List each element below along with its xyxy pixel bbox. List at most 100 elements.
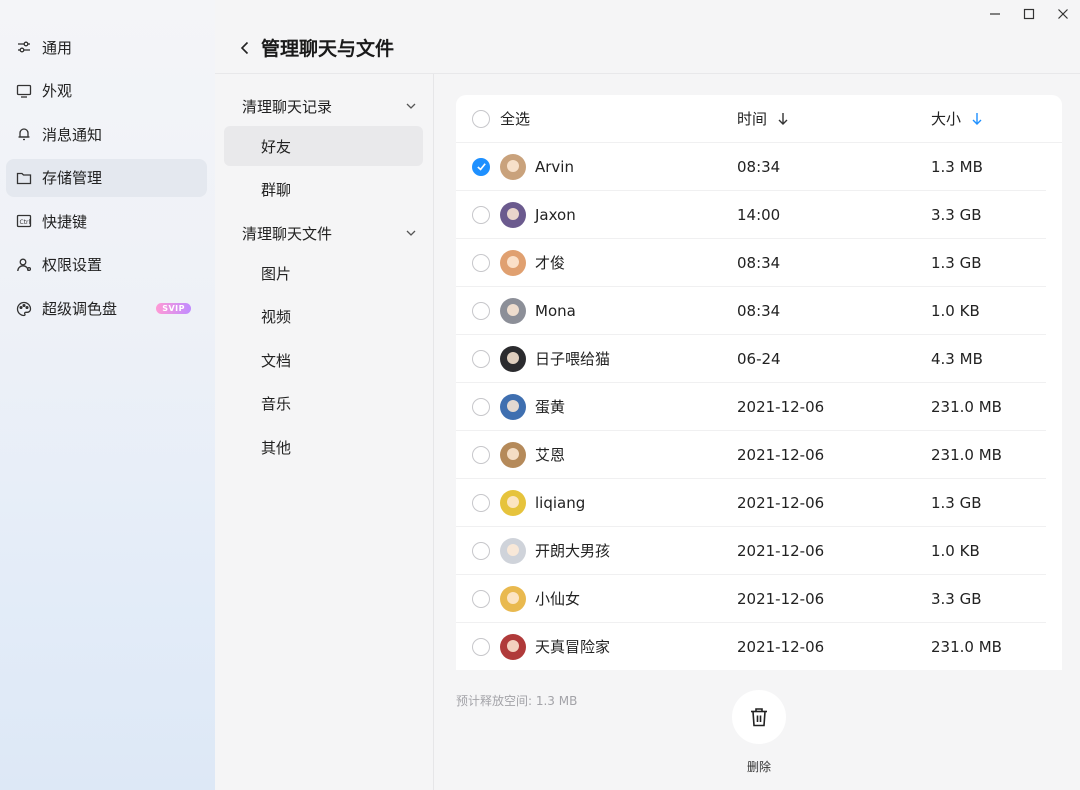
contact-name: Jaxon: [535, 205, 576, 224]
time-cell: 08:34: [737, 158, 931, 176]
row-checkbox[interactable]: [472, 589, 490, 608]
contact-name: 艾恩: [535, 446, 566, 464]
back-button[interactable]: [237, 39, 255, 57]
row-checkbox[interactable]: [472, 157, 490, 176]
table-row[interactable]: 艾恩 2021-12-06 231.0 MB: [456, 431, 1046, 479]
subnav-item-videos[interactable]: 视频: [224, 297, 423, 337]
subnav-group-chat-files[interactable]: 清理聊天文件: [215, 213, 433, 253]
sliders-icon: [16, 39, 32, 55]
time-value: 2021-12-06: [737, 493, 825, 512]
sidebar-item-notifications[interactable]: 消息通知: [6, 115, 207, 153]
subnav-item-friends[interactable]: 好友: [224, 126, 423, 166]
avatar: [500, 393, 526, 420]
size-value: 4.3 MB: [931, 349, 983, 368]
table-row[interactable]: 开朗大男孩 2021-12-06 1.0 KB: [456, 527, 1046, 575]
row-checkbox[interactable]: [472, 637, 490, 656]
size-cell: 231.0 MB: [931, 446, 1046, 464]
table-row[interactable]: Jaxon 14:00 3.3 GB: [456, 191, 1046, 239]
subnav-item-groups[interactable]: 群聊: [224, 170, 423, 210]
size-value: 231.0 MB: [931, 397, 1002, 416]
subnav-item-music[interactable]: 音乐: [224, 384, 423, 424]
time-cell: 2021-12-06: [737, 494, 931, 512]
size-cell: 3.3 GB: [931, 590, 1046, 608]
contact-name: liqiang: [535, 493, 586, 512]
sidebar-item-storage[interactable]: 存储管理: [6, 158, 207, 197]
time-cell: 14:00: [737, 206, 931, 224]
window-controls: [978, 0, 1080, 28]
row-checkbox[interactable]: [472, 253, 490, 272]
table-row[interactable]: liqiang 2021-12-06 1.3 GB: [456, 479, 1046, 527]
sidebar-item-label: 快捷键: [42, 212, 88, 231]
table-body: Arvin 08:34 1.3 MB Jaxon 14:00 3.3 GB 才俊 08:34 1…: [456, 143, 1062, 670]
avatar: [500, 201, 526, 228]
sort-down-active-icon: [972, 112, 982, 125]
time-cell: 2021-12-06: [737, 398, 931, 416]
name-cell: Arvin: [456, 153, 737, 180]
subnav-item-documents[interactable]: 文档: [224, 340, 423, 380]
minimize-button[interactable]: [978, 0, 1012, 28]
sidebar-item-palette[interactable]: 超级调色盘 SVIP: [6, 290, 207, 328]
table-row[interactable]: 小仙女 2021-12-06 3.3 GB: [456, 575, 1046, 623]
row-checkbox[interactable]: [472, 205, 490, 224]
row-checkbox[interactable]: [472, 301, 490, 320]
contact-name: 才俊: [535, 254, 566, 272]
subnav-item-images[interactable]: 图片: [224, 253, 423, 293]
row-checkbox[interactable]: [472, 541, 490, 560]
sidebar-item-general[interactable]: 通用: [6, 28, 207, 66]
size-column-header[interactable]: 大小: [931, 108, 1062, 129]
row-checkbox[interactable]: [472, 445, 490, 464]
sidebar-item-appearance[interactable]: 外观: [6, 72, 207, 110]
main-panel: 管理聊天与文件 清理聊天记录 好友 群聊 清理聊天文件 图片 视频 文档 音乐 …: [215, 0, 1080, 790]
size-cell: 1.0 KB: [931, 302, 1046, 320]
time-value: 2021-12-06: [737, 445, 825, 464]
time-cell: 2021-12-06: [737, 638, 931, 656]
name-cell: 艾恩: [456, 441, 737, 468]
avatar: [500, 633, 526, 660]
monitor-icon: [16, 83, 32, 99]
name-cell: 开朗大男孩: [456, 537, 737, 564]
sidebar-item-label: 外观: [42, 82, 73, 101]
select-all-checkbox[interactable]: [472, 109, 490, 128]
table-row[interactable]: 才俊 08:34 1.3 GB: [456, 239, 1046, 287]
name-cell: Jaxon: [456, 201, 737, 228]
time-cell: 2021-12-06: [737, 446, 931, 464]
size-cell: 231.0 MB: [931, 638, 1046, 656]
contact-name: Mona: [535, 301, 576, 320]
table-row[interactable]: 天真冒险家 2021-12-06 231.0 MB: [456, 623, 1046, 670]
time-value: 2021-12-06: [737, 589, 825, 608]
size-value: 1.3 GB: [931, 253, 982, 272]
row-checkbox[interactable]: [472, 397, 490, 416]
sort-down-icon: [778, 112, 788, 125]
user-permission-icon: [16, 257, 32, 273]
page-header: 管理聊天与文件: [215, 0, 1080, 74]
size-value: 1.3 MB: [931, 157, 983, 176]
table-row[interactable]: 蛋黄 2021-12-06 231.0 MB: [456, 383, 1046, 431]
storage-subnav: 清理聊天记录 好友 群聊 清理聊天文件 图片 视频 文档 音乐 其他: [215, 74, 434, 790]
contact-name: Arvin: [535, 157, 574, 176]
time-value: 2021-12-06: [737, 397, 825, 416]
close-icon: [1058, 9, 1068, 19]
maximize-button[interactable]: [1012, 0, 1046, 28]
row-checkbox[interactable]: [472, 493, 490, 512]
table-row[interactable]: Mona 08:34 1.0 KB: [456, 287, 1046, 335]
sidebar-item-shortcuts[interactable]: Ctrl 快捷键: [6, 202, 207, 240]
subnav-item-other[interactable]: 其他: [224, 428, 423, 468]
row-checkbox[interactable]: [472, 349, 490, 368]
avatar: [500, 297, 526, 324]
select-all-label: 全选: [500, 110, 531, 128]
name-cell: Mona: [456, 297, 737, 324]
avatar: [500, 537, 526, 564]
time-column-header[interactable]: 时间: [737, 108, 931, 129]
time-value: 14:00: [737, 205, 781, 224]
contact-name: 小仙女: [535, 590, 581, 608]
delete-button[interactable]: [732, 690, 786, 744]
sidebar-item-permissions[interactable]: 权限设置: [6, 246, 207, 284]
avatar: [500, 441, 526, 468]
time-value: 08:34: [737, 157, 781, 176]
time-cell: 08:34: [737, 254, 931, 272]
close-window-button[interactable]: [1046, 0, 1080, 28]
table-row[interactable]: Arvin 08:34 1.3 MB: [456, 143, 1046, 191]
table-row[interactable]: 日子喂给猫 06-24 4.3 MB: [456, 335, 1046, 383]
svip-badge: SVIP: [156, 303, 191, 315]
subnav-group-chat-records[interactable]: 清理聊天记录: [215, 86, 433, 126]
